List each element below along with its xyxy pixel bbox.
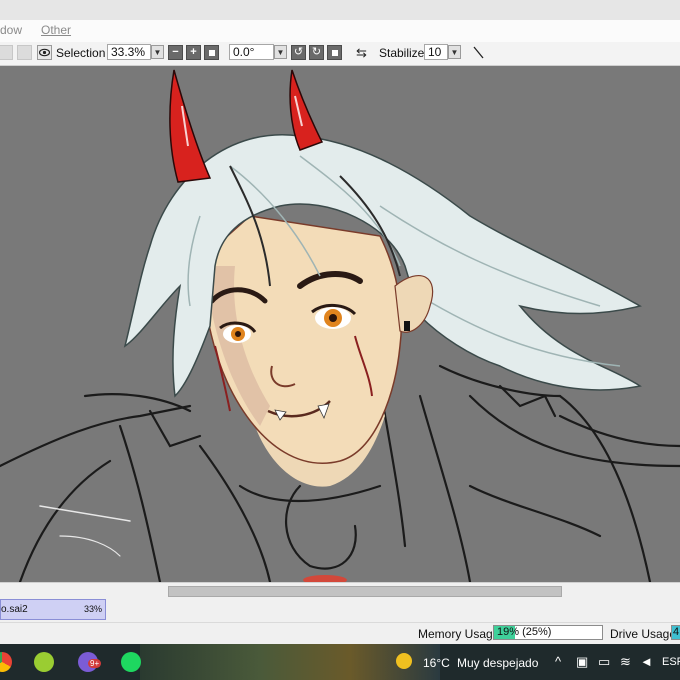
rotation-dropdown[interactable]: ▼: [274, 45, 287, 59]
camera-icon[interactable]: ▣: [576, 655, 588, 669]
stabilizer-label: Stabilizer: [379, 46, 429, 60]
zoom-in-button[interactable]: +: [186, 45, 201, 60]
zoom-field[interactable]: 33.3%: [107, 44, 151, 60]
stabilizer-field[interactable]: 10: [424, 44, 448, 60]
flip-icon: ⇆: [356, 45, 367, 60]
stabilizer-dropdown[interactable]: ▼: [448, 45, 461, 59]
file-tab[interactable]: o.sai2 33%: [0, 599, 106, 620]
rotate-cw-icon: ↻: [311, 46, 322, 58]
chevron-down-icon: ▼: [450, 47, 459, 57]
weather-temperature[interactable]: 16°C: [423, 656, 450, 670]
drive-usage-value: 4: [673, 626, 680, 638]
pen-slash-icon: [473, 46, 484, 59]
disabled-button[interactable]: [0, 45, 13, 60]
chevron-down-icon: ▼: [153, 47, 162, 57]
window-top-strip: [0, 0, 680, 20]
messaging-app-icon[interactable]: 9+: [78, 652, 102, 672]
zoom-out-button[interactable]: −: [168, 45, 183, 60]
flip-button[interactable]: ⇆: [354, 45, 369, 60]
scrollbar-thumb[interactable]: [168, 586, 562, 597]
memory-usage-label: Memory Usage: [418, 627, 500, 641]
battery-icon[interactable]: ▭: [598, 655, 610, 669]
wifi-icon[interactable]: ≋: [620, 655, 631, 669]
artwork: [0, 69, 680, 582]
rotation-field[interactable]: 0.0°: [229, 44, 274, 60]
file-tab-bar: o.sai2 33%: [0, 599, 680, 622]
horizontal-scrollbar[interactable]: [0, 582, 680, 600]
zoom-dropdown[interactable]: ▼: [151, 45, 164, 59]
rotation-reset-button[interactable]: [327, 45, 342, 60]
eye-icon: [39, 48, 50, 57]
pen-pressure-button[interactable]: [471, 45, 486, 60]
volume-icon[interactable]: ◄: [640, 655, 653, 669]
zoom-reset-button[interactable]: [204, 45, 219, 60]
drawing-canvas[interactable]: [0, 66, 680, 582]
spotify-icon[interactable]: [121, 652, 141, 672]
menu-other[interactable]: Other: [41, 23, 71, 37]
selection-label: Selection: [56, 46, 106, 60]
chevron-up-icon[interactable]: ^: [555, 655, 561, 669]
drive-usage-meter: 4: [671, 625, 680, 640]
minus-icon: −: [172, 46, 179, 58]
rotate-cw-button[interactable]: ↻: [309, 45, 324, 60]
file-tab-zoom: 33%: [83, 604, 102, 614]
weather-moon-icon: [396, 653, 412, 669]
reset-icon: [331, 49, 338, 56]
menu-bar: dow Other: [0, 20, 680, 43]
taskbar-background: [140, 644, 440, 680]
toolbar: Selection 33.3% ▼ − + 0.0° ▼ ↺ ↻ ⇆ Stabi…: [0, 42, 680, 66]
notification-badge: 9+: [88, 659, 102, 668]
taskbar: 9+ 16°C Muy despejado ^ ▣ ▭ ≋ ◄ ESP: [0, 644, 680, 680]
memory-usage-value: 19% (25%): [497, 626, 552, 638]
file-tab-name: o.sai2: [1, 604, 28, 615]
memory-usage-meter: 19% (25%): [493, 625, 603, 640]
rotate-ccw-icon: ↺: [293, 46, 304, 58]
chrome-icon[interactable]: [0, 652, 12, 672]
menu-window[interactable]: dow: [0, 23, 22, 37]
weather-description[interactable]: Muy despejado: [457, 656, 538, 670]
status-bar: Memory Usage 19% (25%) Drive Usage 4: [0, 622, 680, 645]
reset-icon: [208, 49, 215, 56]
selection-visibility-button[interactable]: [37, 45, 52, 60]
rotate-ccw-button[interactable]: ↺: [291, 45, 306, 60]
plus-icon: +: [190, 46, 197, 58]
disabled-button[interactable]: [17, 45, 32, 60]
language-indicator[interactable]: ESP: [662, 656, 680, 668]
app-icon[interactable]: [34, 652, 54, 672]
chevron-down-icon: ▼: [276, 47, 285, 57]
drive-usage-label: Drive Usage: [610, 627, 677, 641]
